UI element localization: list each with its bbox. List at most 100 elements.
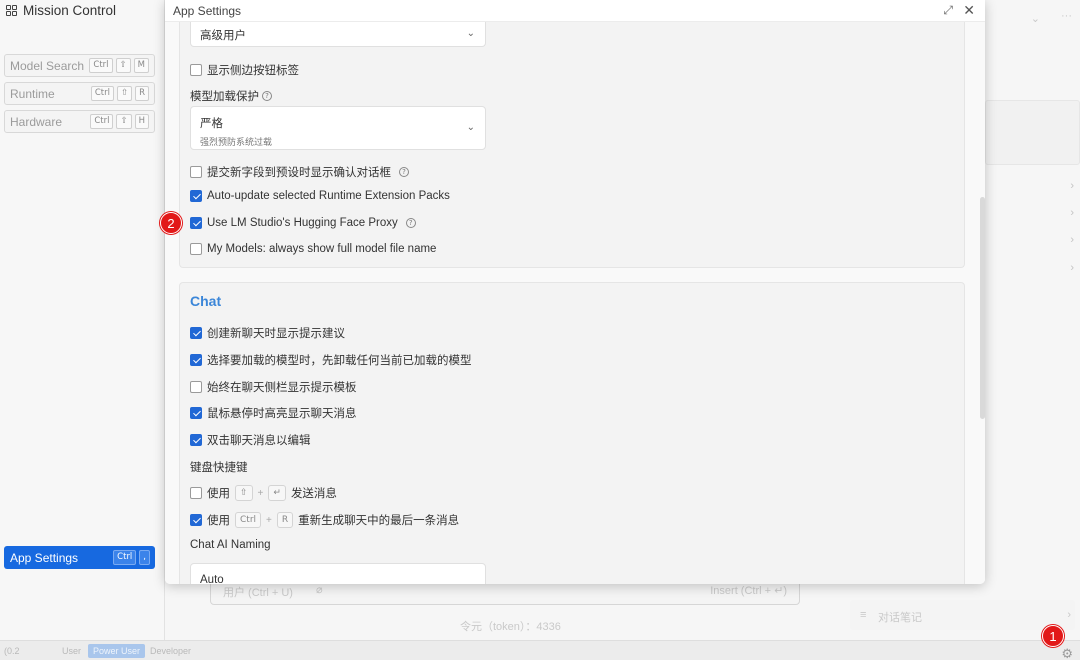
chat-option[interactable]: 鼠标悬停时高亮显示聊天消息 [190, 405, 357, 421]
select-value: Auto [200, 574, 224, 584]
checkbox[interactable] [190, 514, 202, 526]
help-icon[interactable]: ? [399, 167, 409, 177]
key-badge: R [135, 86, 149, 101]
key-badge: R [276, 512, 294, 528]
key-badge: H [134, 114, 149, 129]
close-icon[interactable]: ✕ [963, 2, 975, 19]
grid-icon [6, 5, 17, 16]
bg-insert-hint: Insert (Ctrl + ↵) [710, 585, 787, 597]
sidebar-item-label: Hardware [10, 114, 63, 129]
modal-header: App Settings ⤢ ✕ [165, 0, 985, 22]
setting-label: 始终在聊天侧栏显示提示模板 [207, 382, 357, 394]
bg-notes-icon: ≡ [860, 609, 867, 621]
setting-full-model-name[interactable]: My Models: always show full model file n… [190, 243, 436, 255]
chat-option[interactable]: 创建新聊天时显示提示建议 [190, 325, 345, 341]
checkbox[interactable] [190, 190, 202, 202]
bg-dropdown-chevron-icon: ⌄ [1030, 13, 1040, 25]
plus-sign: + [266, 514, 272, 526]
model-guardrail-select[interactable]: 严格 强烈预防系统过载 ⌄ [190, 106, 486, 150]
key-badge: ⇧ [235, 485, 253, 501]
chevron-down-icon: ⌄ [466, 28, 475, 39]
bg-chevron-icon: › [1070, 207, 1074, 219]
key-badge: ↵ [268, 485, 286, 501]
setting-show-sidebar-labels[interactable]: 显示侧边按钮标签 [190, 62, 299, 78]
sidebar-item-runtime[interactable]: Runtime Ctrl ⇧ R [4, 82, 155, 105]
chevron-down-icon: ⌄ [466, 122, 475, 133]
setting-label: 使用 [207, 515, 230, 527]
bg-chevron-icon: › [1067, 609, 1071, 621]
chat-option[interactable]: 始终在聊天侧栏显示提示模板 [190, 379, 357, 395]
status-build: (0.2 [4, 646, 20, 656]
setting-label: 创建新聊天时显示提示建议 [207, 328, 345, 340]
expand-icon[interactable]: ⤢ [943, 3, 953, 18]
chat-ai-naming-label: Chat AI Naming [190, 539, 271, 551]
key-badge: Ctrl [89, 58, 113, 73]
sidebar-item-label: Runtime [10, 86, 55, 101]
settings-scroll-area[interactable]: 高级用户 ⌄ 显示侧边按钮标签 模型加载保护 ? 严格 强烈预防系统过载 ⌄ 提… [165, 22, 985, 584]
model-guardrail-label: 模型加载保护 ? [190, 88, 272, 104]
key-badge: ⇧ [116, 114, 132, 129]
sidebar-item-hardware[interactable]: Hardware Ctrl ⇧ H [4, 110, 155, 133]
gear-icon[interactable]: ⚙ [1061, 646, 1073, 660]
key-badge: Ctrl [113, 550, 137, 565]
shortcut-keys: Ctrl ⇧ H [90, 114, 149, 129]
checkbox[interactable] [190, 217, 202, 229]
select-value: 高级用户 [200, 30, 246, 42]
checkbox[interactable] [190, 166, 202, 178]
app-settings-modal: App Settings ⤢ ✕ 高级用户 ⌄ 显示侧边按钮标签 模型加载保护 … [165, 0, 985, 584]
chat-option[interactable]: 选择要加载的模型时，先卸载任何当前已加载的模型 [190, 352, 472, 368]
chat-option[interactable]: 双击聊天消息以编辑 [190, 432, 311, 448]
setting-auto-update-runtime[interactable]: Auto-update selected Runtime Extension P… [190, 190, 450, 202]
section-title: Chat [190, 293, 222, 309]
send-shortcut-option[interactable]: 使用 ⇧ + ↵ 发送消息 [190, 485, 337, 501]
bg-more-icon: ··· [1061, 10, 1072, 22]
help-icon[interactable]: ? [405, 218, 416, 228]
annotation-marker-1: 1 [1042, 625, 1064, 647]
mode-user[interactable]: User [62, 646, 81, 656]
key-badge: Ctrl [90, 86, 114, 101]
checkbox[interactable] [190, 243, 202, 255]
mode-developer[interactable]: Developer [150, 646, 191, 656]
checkbox[interactable] [190, 327, 202, 339]
bg-chevron-icon: › [1070, 262, 1074, 274]
mission-control-sidebar: Mission Control Model Search Ctrl ⇧ M Ru… [0, 0, 165, 640]
annotation-marker-2: 2 [160, 212, 182, 234]
key-badge: Ctrl [90, 114, 114, 129]
checkbox[interactable] [190, 434, 202, 446]
checkbox[interactable] [190, 64, 202, 76]
checkbox[interactable] [190, 354, 202, 366]
scrollbar[interactable] [980, 197, 985, 419]
setting-label: 使用 [207, 488, 230, 500]
setting-label: My Models: always show full model file n… [207, 243, 437, 255]
regenerate-shortcut-option[interactable]: 使用 Ctrl + R 重新生成聊天中的最后一条消息 [190, 512, 459, 528]
checkbox[interactable] [190, 487, 202, 499]
setting-label: 显示侧边按钮标签 [207, 65, 299, 77]
shortcut-keys: Ctrl , [113, 550, 150, 565]
chat-ai-naming-select[interactable]: Auto [190, 563, 486, 584]
setting-label: 发送消息 [290, 488, 337, 500]
key-badge: M [133, 58, 149, 73]
sidebar-item-model-search[interactable]: Model Search Ctrl ⇧ M [4, 54, 155, 77]
key-badge: , [139, 550, 150, 565]
modal-title: App Settings [173, 4, 242, 18]
checkbox[interactable] [190, 381, 202, 393]
setting-label: 模型加载保护 [190, 91, 259, 103]
bg-input-placeholder: 用户 (Ctrl + U) [223, 587, 293, 599]
sidebar-item-app-settings[interactable]: App Settings Ctrl , [4, 546, 155, 569]
bg-chevron-icon: › [1070, 234, 1074, 246]
ui-level-select[interactable]: 高级用户 ⌄ [190, 22, 486, 47]
setting-label: 重新生成聊天中的最后一条消息 [298, 515, 460, 527]
plus-sign: + [257, 487, 264, 499]
setting-label: Use LM Studio's Hugging Face Proxy [207, 217, 398, 229]
checkbox[interactable] [190, 407, 202, 419]
select-value: 严格 [200, 118, 223, 130]
sidebar-item-label: App Settings [10, 550, 79, 565]
help-icon[interactable]: ? [262, 91, 272, 101]
setting-hf-proxy[interactable]: Use LM Studio's Hugging Face Proxy ? [190, 217, 416, 229]
setting-confirm-new-fields[interactable]: 提交新字段到预设时显示确认对话框 ? [190, 164, 409, 180]
bg-chevron-icon: › [1070, 180, 1074, 192]
mode-power-user[interactable]: Power User [88, 644, 146, 658]
general-settings-card: 高级用户 ⌄ 显示侧边按钮标签 模型加载保护 ? 严格 强烈预防系统过载 ⌄ 提… [179, 22, 965, 268]
shortcut-keys: Ctrl ⇧ R [90, 86, 149, 101]
bg-panel [985, 100, 1080, 165]
